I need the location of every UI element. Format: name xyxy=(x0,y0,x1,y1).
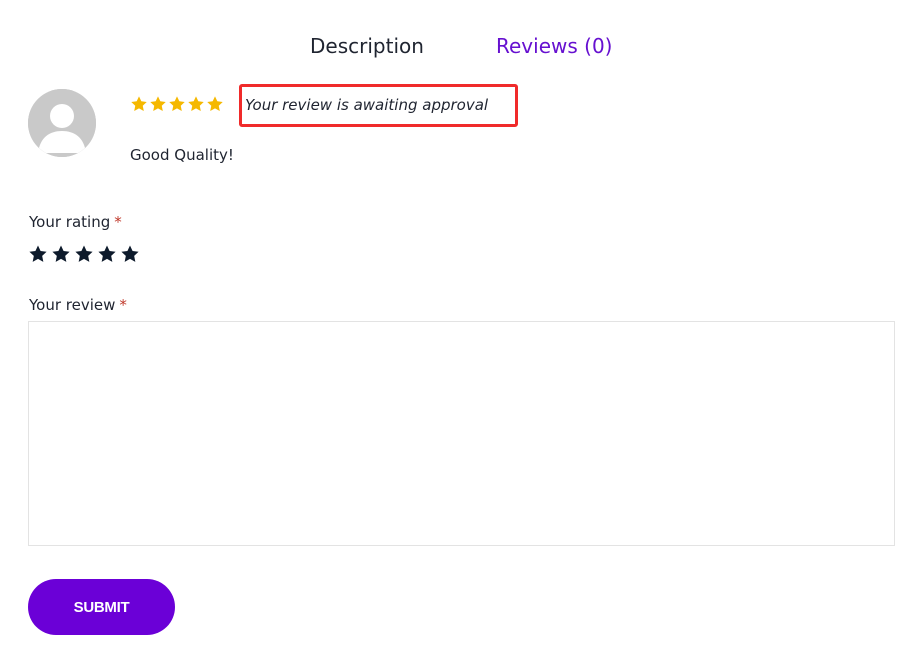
submit-button[interactable]: SUBMIT xyxy=(28,579,175,635)
required-marker: * xyxy=(119,296,127,314)
rating-star-3[interactable] xyxy=(74,244,94,264)
tab-reviews[interactable]: Reviews (0) xyxy=(496,33,612,59)
rating-label: Your rating * xyxy=(29,212,122,232)
rating-star-5[interactable] xyxy=(120,244,140,264)
user-avatar-icon xyxy=(28,89,96,157)
rating-label-text: Your rating xyxy=(29,213,111,231)
star-icon xyxy=(188,96,204,112)
rating-stars-input[interactable] xyxy=(28,244,140,264)
avatar xyxy=(28,89,96,157)
awaiting-approval-notice: Your review is awaiting approval xyxy=(245,96,489,114)
required-marker: * xyxy=(114,213,122,231)
tab-description[interactable]: Description xyxy=(310,33,424,59)
rating-star-2[interactable] xyxy=(51,244,71,264)
review-text: Good Quality! xyxy=(130,146,234,164)
review-star-rating xyxy=(130,95,224,117)
star-icon xyxy=(169,96,185,112)
review-label-text: Your review xyxy=(29,296,116,314)
star-icon xyxy=(131,96,147,112)
star-icon xyxy=(207,96,223,112)
review-label: Your review * xyxy=(29,295,127,315)
rating-star-1[interactable] xyxy=(28,244,48,264)
review-textarea[interactable] xyxy=(28,321,895,546)
rating-star-4[interactable] xyxy=(97,244,117,264)
star-icon xyxy=(150,96,166,112)
